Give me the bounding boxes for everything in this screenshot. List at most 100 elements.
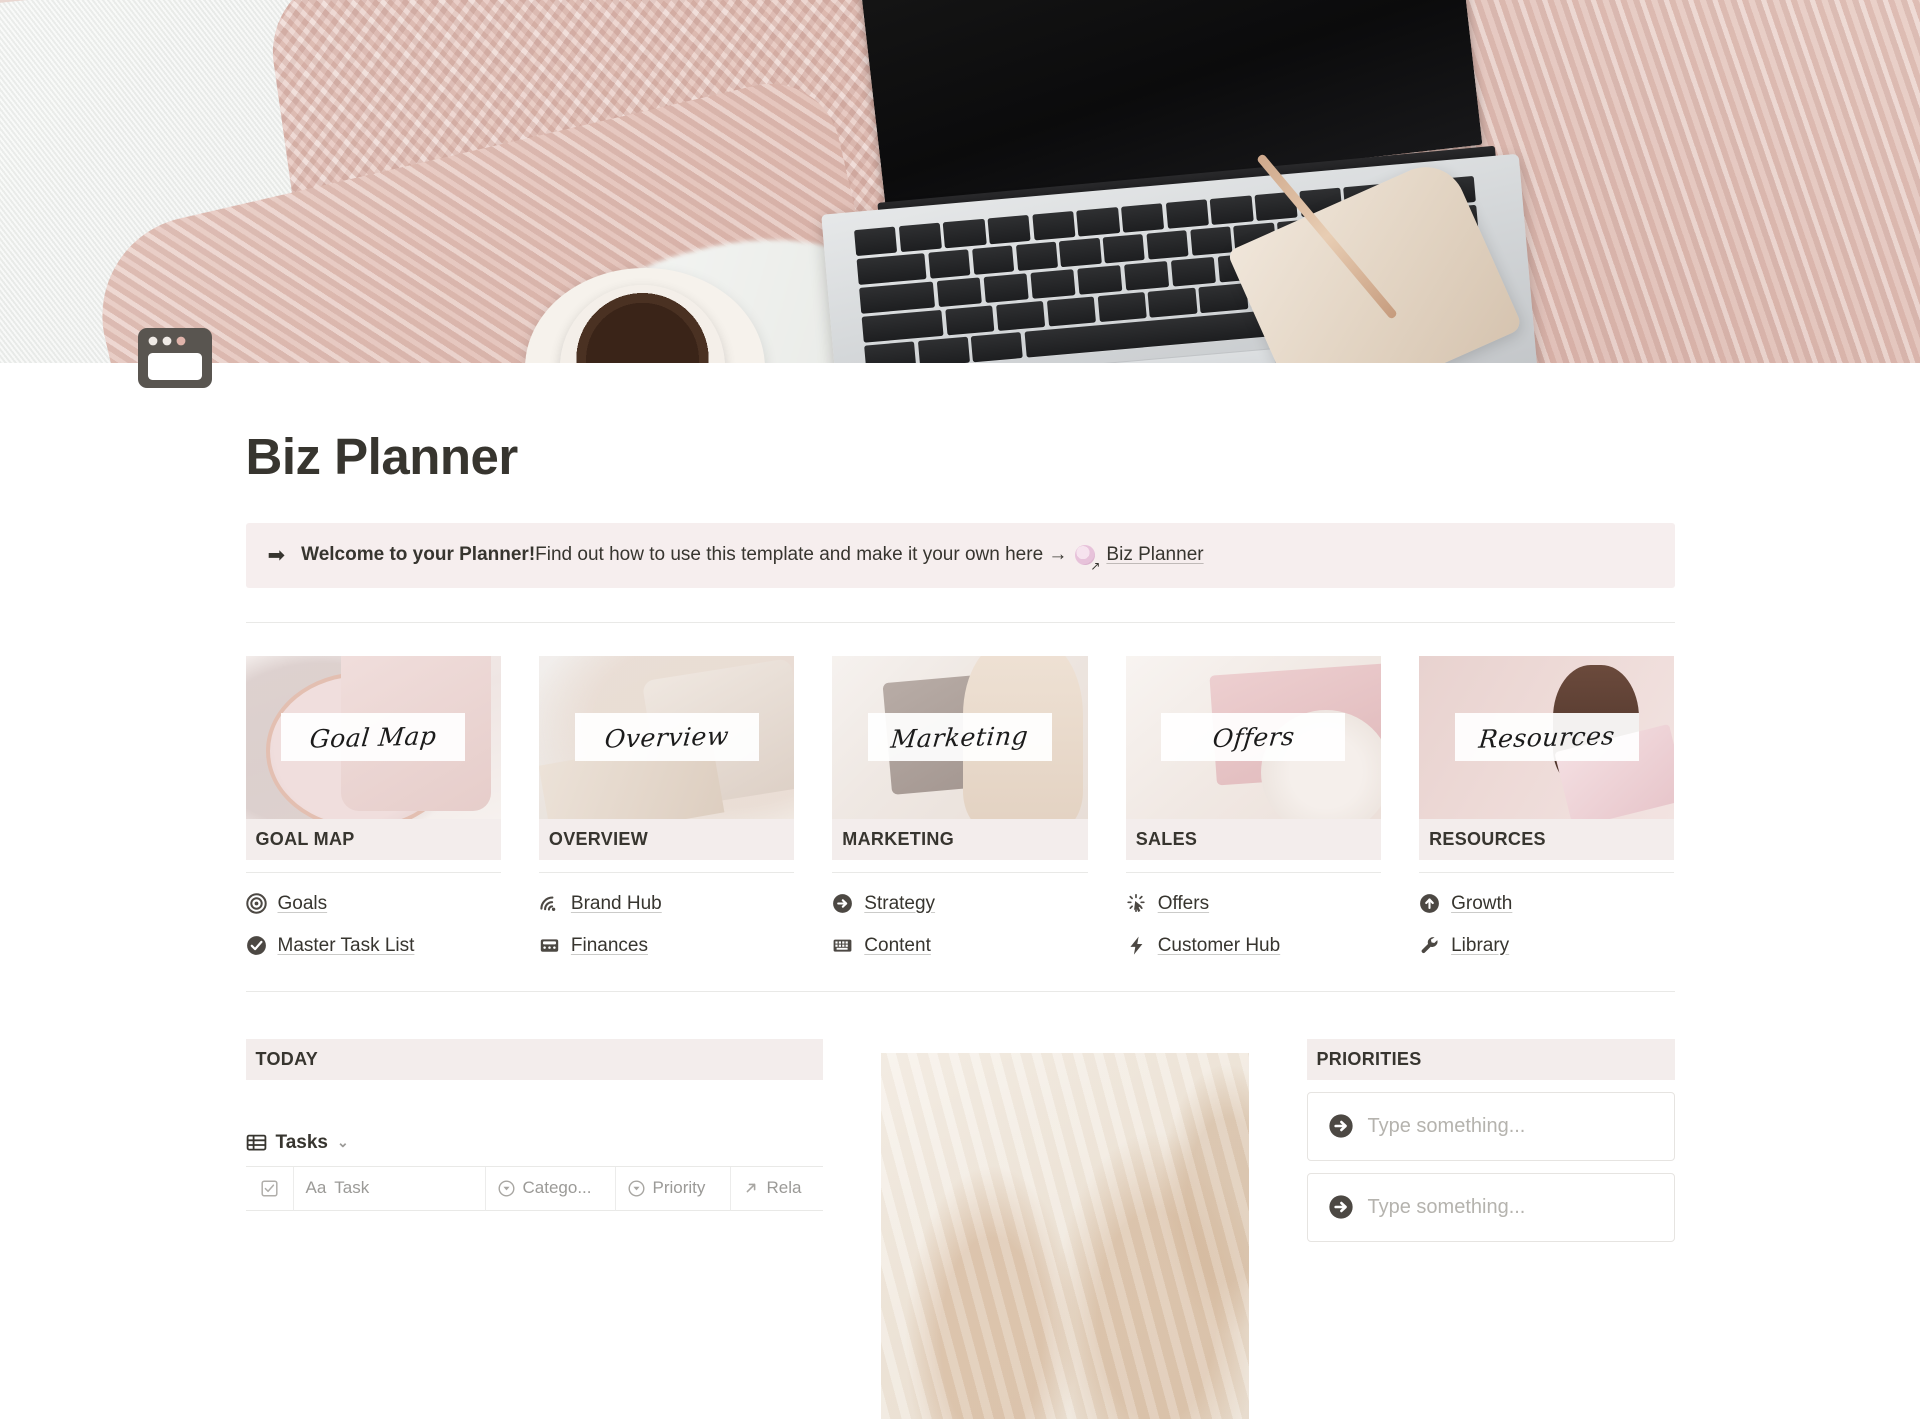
link-label[interactable]: Master Task List — [278, 935, 415, 957]
table-column-label: Task — [334, 1178, 370, 1198]
link-strategy[interactable]: Strategy — [832, 893, 1087, 915]
link-offers[interactable]: Offers — [1126, 893, 1381, 915]
card-script-label: Resources — [1477, 720, 1617, 754]
table-column-category[interactable]: Catego... — [485, 1166, 616, 1211]
link-goals[interactable]: Goals — [245, 893, 501, 915]
arrow-circle-right-icon — [832, 893, 853, 914]
card-overview: Overview OVERVIEW Brand Hub Finances — [538, 655, 795, 957]
link-growth[interactable]: Growth — [1419, 893, 1674, 915]
section-card-grid: Goal Map GOAL MAP Goals Master Task List — [245, 655, 1675, 957]
link-label[interactable]: Library — [1451, 935, 1509, 957]
card-sales: Offers SALES Offers Customer Hub — [1125, 655, 1382, 957]
link-finances[interactable]: Finances — [539, 935, 794, 957]
table-column-task[interactable]: Aa Task — [293, 1166, 486, 1211]
select-icon — [627, 1180, 645, 1197]
divider-bottom — [245, 990, 1675, 992]
card-script-band: Resources — [1454, 713, 1639, 762]
card-goal-map: Goal Map GOAL MAP Goals Master Task List — [245, 655, 501, 957]
card-image-goal-map[interactable]: Goal Map — [245, 655, 501, 819]
arrow-circle-right-icon — [1328, 1194, 1354, 1220]
priority-placeholder[interactable]: Type something... — [1368, 1196, 1526, 1219]
priority-placeholder[interactable]: Type something... — [1368, 1115, 1526, 1138]
priority-input-2[interactable]: Type something... — [1306, 1172, 1675, 1242]
tasks-database-title[interactable]: Tasks ⌄ — [246, 1132, 823, 1154]
calculator-icon — [539, 935, 560, 956]
tasks-table: Aa Task Catego... Priority Rela — [245, 1165, 823, 1211]
callout-body-text: Find out how to use this template and ma… — [535, 544, 1068, 566]
relation-icon — [743, 1180, 759, 1196]
arrow-circle-right-icon — [1328, 1113, 1354, 1139]
link-label[interactable]: Strategy — [864, 893, 935, 915]
cover-photo — [0, 0, 1920, 363]
link-label[interactable]: Brand Hub — [571, 893, 662, 915]
link-label[interactable]: Customer Hub — [1158, 935, 1281, 957]
card-image-marketing[interactable]: Marketing — [832, 655, 1088, 819]
link-customer-hub[interactable]: Customer Hub — [1126, 935, 1381, 957]
link-label[interactable]: Content — [864, 935, 931, 957]
arrow-right-icon: ➡ — [267, 543, 286, 567]
card-header-sales: SALES — [1125, 818, 1382, 860]
link-master-task-list[interactable]: Master Task List — [246, 935, 501, 957]
card-header-resources: RESOURCES — [1419, 818, 1675, 860]
sparkle-cursor-icon — [1126, 893, 1147, 914]
card-header-goal-map: GOAL MAP — [245, 818, 501, 860]
link-brand-hub[interactable]: Brand Hub — [539, 893, 794, 915]
priorities-header: PRIORITIES — [1306, 1038, 1675, 1080]
divider — [245, 621, 1675, 623]
browser-window-icon[interactable] — [137, 327, 213, 389]
priorities-column: PRIORITIES Type something... Type someth… — [1306, 1038, 1675, 1419]
card-script-label: Marketing — [889, 720, 1031, 754]
link-label[interactable]: Growth — [1451, 893, 1512, 915]
select-icon — [497, 1180, 515, 1197]
card-script-label: Offers — [1211, 721, 1296, 753]
biz-planner-link[interactable]: Biz Planner — [1106, 542, 1203, 569]
card-script-label: Overview — [603, 721, 730, 754]
page-title: Biz Planner — [245, 428, 519, 485]
middle-photo-column — [880, 1039, 1249, 1419]
callout-bold-text: Welcome to your Planner! — [301, 544, 536, 566]
table-column-checkbox[interactable] — [245, 1166, 294, 1211]
link-library[interactable]: Library — [1419, 935, 1674, 957]
card-header-overview: OVERVIEW — [538, 818, 795, 860]
card-header-marketing: MARKETING — [832, 818, 1088, 860]
card-image-overview[interactable]: Overview — [538, 655, 795, 819]
card-script-band: Goal Map — [281, 713, 466, 762]
wrench-icon — [1419, 935, 1440, 956]
card-divider — [245, 871, 501, 873]
callout-text: Welcome to your Planner! Find out how to… — [301, 542, 1203, 572]
arrow-circle-up-icon — [1419, 893, 1440, 914]
card-divider — [832, 871, 1088, 873]
card-marketing: Marketing MARKETING Strategy Content — [832, 655, 1088, 957]
table-column-priority[interactable]: Priority — [615, 1166, 731, 1211]
page-icon — [1075, 545, 1100, 572]
wifi-arc-icon — [539, 893, 560, 914]
today-header: TODAY — [245, 1038, 823, 1080]
link-label[interactable]: Goals — [278, 893, 328, 915]
check-circle-icon — [246, 935, 267, 956]
target-icon — [245, 893, 267, 914]
card-resources: Resources RESOURCES Growth Library — [1419, 655, 1675, 957]
priority-input-1[interactable]: Type something... — [1306, 1091, 1675, 1161]
card-divider — [1419, 871, 1675, 873]
link-content[interactable]: Content — [832, 935, 1087, 957]
chevron-down-icon[interactable]: ⌄ — [337, 1134, 349, 1151]
table-column-label: Rela — [766, 1178, 802, 1198]
card-script-label: Goal Map — [308, 721, 438, 754]
table-column-label: Catego... — [522, 1178, 592, 1198]
link-label[interactable]: Offers — [1158, 893, 1209, 915]
keyboard-grid-icon — [832, 935, 853, 956]
today-column: TODAY Tasks ⌄ Aa Task Catego... Priority… — [245, 1038, 823, 1419]
pampas-grass-photo[interactable] — [880, 1052, 1249, 1419]
bottom-section-grid: TODAY Tasks ⌄ Aa Task Catego... Priority… — [245, 1038, 1675, 1419]
card-image-sales[interactable]: Offers — [1125, 655, 1382, 819]
table-column-relation[interactable]: Rela — [730, 1167, 823, 1211]
cover-image[interactable] — [0, 0, 1920, 363]
checkbox-icon — [260, 1180, 278, 1197]
tasks-database-name: Tasks — [275, 1131, 328, 1153]
welcome-callout[interactable]: ➡ Welcome to your Planner! Find out how … — [245, 523, 1675, 588]
link-label[interactable]: Finances — [571, 935, 648, 957]
title-text-icon: Aa — [305, 1178, 327, 1198]
table-column-label: Priority — [652, 1178, 706, 1198]
card-script-band: Offers — [1161, 713, 1346, 762]
card-image-resources[interactable]: Resources — [1419, 655, 1675, 819]
